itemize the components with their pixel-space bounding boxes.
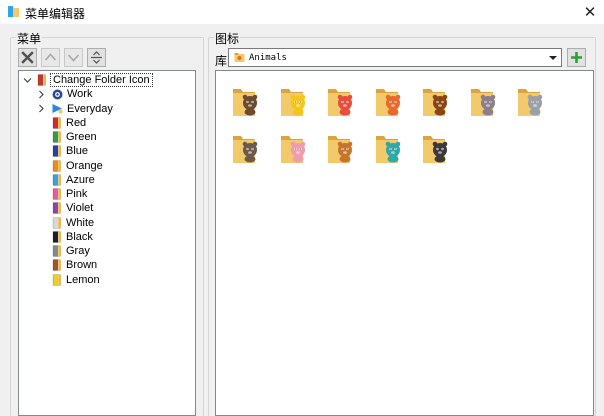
menu-group-label: 菜单 [16, 30, 43, 47]
icon-grid[interactable] [215, 70, 594, 416]
animal-icon-dog[interactable] [326, 133, 356, 165]
tree-item-blue[interactable]: Blue [52, 144, 88, 158]
flag-icon [52, 259, 61, 272]
animal-icon-cat[interactable] [231, 86, 261, 118]
flag-icon [52, 145, 61, 158]
tree-item-violet[interactable]: Violet [52, 201, 93, 215]
crab-folder-icon [328, 89, 353, 116]
tree-item-work[interactable]: Work [39, 87, 93, 101]
animal-icon-lion[interactable] [421, 86, 451, 118]
raccoon-folder-icon [233, 136, 258, 163]
cat-folder-icon [233, 89, 258, 116]
animal-icon-bird[interactable] [374, 133, 404, 165]
tree-item-pink[interactable]: Pink [52, 187, 87, 201]
animal-icon-fox[interactable] [374, 86, 404, 118]
tree-item-green[interactable]: Green [52, 130, 97, 144]
title-bar: 菜单编辑器 ✕ [0, 0, 604, 24]
tree-item-label: Change Folder Icon [50, 73, 153, 87]
animal-icon-raccoon[interactable] [231, 133, 261, 165]
folder-root-icon [37, 74, 46, 86]
pig-folder-icon [280, 136, 305, 163]
flag-icon [52, 159, 61, 172]
tree-item-label: Gray [66, 245, 90, 257]
flag-icon [52, 188, 61, 200]
animal-icon-hippo[interactable] [469, 86, 499, 118]
lion-folder-icon [423, 89, 448, 116]
chick-folder-icon [280, 89, 305, 116]
library-label: 库 [215, 54, 228, 68]
work-icon [52, 89, 63, 100]
tree-item-azure[interactable]: Azure [52, 173, 95, 187]
flag-icon [52, 216, 61, 229]
fox-folder-icon [375, 89, 400, 116]
hippo-folder-icon [470, 89, 495, 116]
chevron-down-icon [549, 56, 557, 60]
zebra-folder-icon [423, 136, 448, 163]
bird-folder-icon [375, 136, 400, 163]
tree-item-label: Work [67, 88, 93, 101]
delete-button[interactable] [18, 48, 37, 67]
everyday-icon [52, 104, 63, 114]
tree-item-label: Lemon [66, 273, 100, 286]
tree-root-change-folder-icon[interactable]: Change Folder Icon [23, 73, 153, 87]
tree-item-label: Black [66, 230, 93, 243]
dialog-body: 菜单 Change Folder Icon Work Everyday Red Gree… [0, 24, 604, 416]
tree-item-label: Everyday [67, 102, 113, 115]
animal-icon-chick[interactable] [279, 86, 309, 118]
icon-group-label: 图标 [214, 30, 241, 47]
koala-folder-icon [518, 89, 543, 116]
tree-item-black[interactable]: Black [52, 230, 93, 244]
tree-item-label: Red [66, 116, 87, 129]
flag-icon [52, 131, 61, 143]
tree-item-orange[interactable]: Orange [52, 159, 103, 173]
tree-item-label: White [66, 216, 95, 229]
add-separator-button[interactable] [87, 48, 106, 67]
library-select[interactable]: Animals [228, 48, 562, 67]
tree-item-brown[interactable]: Brown [52, 258, 97, 272]
tree-item-label: Violet [66, 202, 94, 215]
flag-icon [52, 173, 61, 186]
tree-item-label: Pink [66, 188, 88, 200]
delete-x-icon [21, 51, 34, 64]
arrow-down-icon [67, 54, 80, 62]
tree-item-red[interactable]: Red [52, 116, 86, 130]
tree-item-everyday[interactable]: Everyday [39, 102, 113, 116]
move-down-button[interactable] [64, 48, 83, 67]
tree-item-label: Azure [66, 173, 95, 186]
window-title: 菜单编辑器 [25, 7, 86, 21]
tree-item-label: Orange [66, 159, 103, 172]
animal-icon-zebra[interactable] [421, 133, 451, 165]
flag-icon [52, 202, 61, 215]
flag-icon [52, 273, 61, 286]
tree-item-label: Brown [66, 259, 98, 272]
move-up-button[interactable] [41, 48, 60, 67]
flag-icon [52, 116, 61, 129]
tree-item-lemon[interactable]: Lemon [52, 273, 100, 287]
animal-icon-pig[interactable] [279, 133, 309, 165]
library-select-value: Animals [249, 52, 287, 63]
arrow-up-icon [44, 53, 57, 61]
separator-icon [91, 51, 102, 64]
chevron-down-icon[interactable] [23, 76, 32, 85]
tree-item-label: Blue [66, 145, 89, 158]
flag-icon [52, 245, 61, 257]
plus-icon [571, 52, 582, 63]
close-button[interactable]: ✕ [576, 0, 604, 24]
flag-icon [52, 230, 61, 243]
tree-item-white[interactable]: White [52, 216, 94, 230]
dog-folder-icon [328, 136, 353, 163]
chevron-right-icon[interactable] [37, 104, 46, 113]
tree-item-gray[interactable]: Gray [52, 244, 90, 258]
chevron-right-icon[interactable] [37, 90, 46, 99]
menu-tree[interactable]: Change Folder Icon Work Everyday Red Green Bl… [18, 70, 196, 416]
add-icon-button[interactable] [567, 48, 586, 67]
animal-icon-koala[interactable] [516, 86, 546, 118]
app-icon [8, 6, 19, 17]
tree-item-label: Green [66, 131, 97, 143]
library-folder-icon [234, 53, 245, 62]
animal-icon-crab[interactable] [326, 86, 356, 118]
